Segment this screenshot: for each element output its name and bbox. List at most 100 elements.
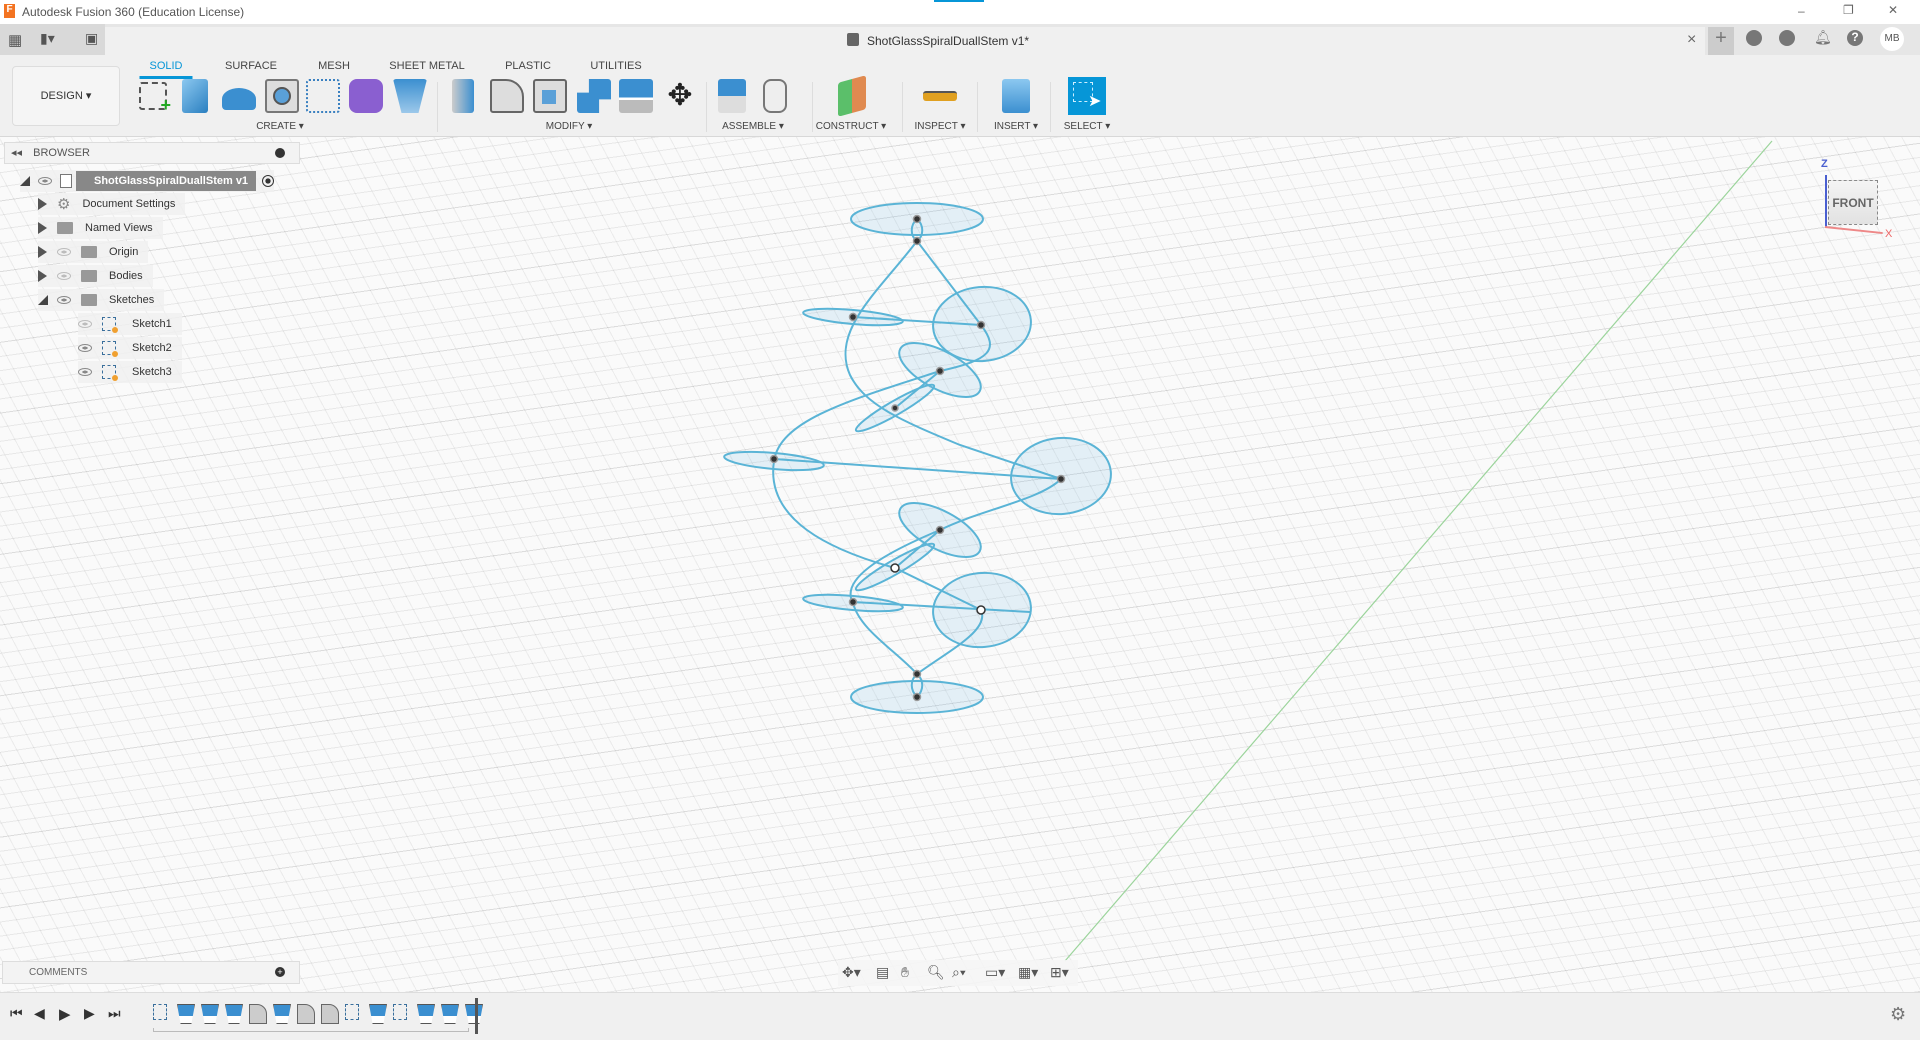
viewcube[interactable]: FRONT Z X <box>1821 158 1892 240</box>
timeline-marker[interactable] <box>475 998 478 1034</box>
browser-item-sketches[interactable]: Sketches <box>38 289 165 311</box>
settings-gear-icon[interactable]: ⚙ <box>1890 1004 1906 1025</box>
go-to-start-icon[interactable]: ⏮ <box>10 1005 23 1022</box>
browser-item-sketch3[interactable]: Sketch3 <box>78 361 182 383</box>
workspace-switcher[interactable]: DESIGN ▾ <box>12 66 120 126</box>
tab-sheet-metal[interactable]: SHEET METAL <box>389 60 464 72</box>
item-label: Named Views <box>85 222 153 234</box>
assemble-menu[interactable]: ASSEMBLE ▾ <box>722 121 784 132</box>
tab-surface[interactable]: SURFACE <box>225 60 277 72</box>
browser-item-named-views[interactable]: Named Views <box>38 217 163 239</box>
sketch-icon <box>102 365 118 381</box>
select-menu[interactable]: SELECT ▾ <box>1064 121 1111 132</box>
browser-item-sketch1[interactable]: Sketch1 <box>78 313 182 335</box>
browser-options-icon[interactable] <box>275 148 285 158</box>
offset-face-icon[interactable] <box>619 79 653 113</box>
close-tab-button[interactable]: × <box>1687 31 1696 49</box>
inspect-menu[interactable]: INSPECT ▾ <box>915 121 966 132</box>
item-label: Document Settings <box>82 198 176 210</box>
browser-item-origin[interactable]: Origin <box>38 241 149 263</box>
save-icon[interactable]: ▣ <box>85 30 98 47</box>
go-to-end-icon[interactable]: ⏭ <box>108 1005 121 1022</box>
hole-icon[interactable] <box>265 79 299 113</box>
move-icon[interactable]: ✥ <box>663 79 697 113</box>
play-icon[interactable]: ▶ <box>59 1005 71 1023</box>
shell-icon[interactable] <box>533 79 567 113</box>
job-status-icon[interactable] <box>1746 30 1762 46</box>
timeline-fillet-icon[interactable] <box>297 1004 315 1024</box>
pan-hand-icon[interactable]: ✋︎ <box>901 964 909 981</box>
revolve-icon[interactable] <box>222 88 256 110</box>
create-menu[interactable]: CREATE ▾ <box>256 121 304 132</box>
visibility-eye-icon[interactable] <box>78 368 92 376</box>
expand-icon[interactable] <box>38 270 47 282</box>
browser-item-bodies[interactable]: Bodies <box>38 265 153 287</box>
modify-menu[interactable]: MODIFY ▾ <box>546 121 593 132</box>
3d-viewport[interactable] <box>0 137 1920 992</box>
tab-plastic[interactable]: PLASTIC <box>505 60 551 72</box>
new-tab-button[interactable]: + <box>1708 27 1734 55</box>
browser-item-sketch2[interactable]: Sketch2 <box>78 337 182 359</box>
new-component-icon[interactable] <box>718 79 746 113</box>
pattern-icon[interactable] <box>306 79 340 113</box>
restore-button[interactable]: ❐ <box>1843 3 1854 17</box>
joint-icon[interactable] <box>763 79 787 113</box>
expand-icon[interactable] <box>38 222 47 234</box>
tab-utilities[interactable]: UTILITIES <box>590 60 641 72</box>
visibility-eye-icon[interactable] <box>57 296 71 304</box>
collapse-panel-icon[interactable]: ◂◂ <box>11 147 22 159</box>
browser-item-document-settings[interactable]: ⚙ Document Settings <box>38 193 186 215</box>
create-sketch-icon[interactable]: + <box>139 82 171 115</box>
expanded-icon[interactable] <box>38 295 48 305</box>
timeline-sketch-icon[interactable] <box>345 1004 359 1020</box>
viewcube-face[interactable]: FRONT <box>1828 180 1878 225</box>
notifications-icon[interactable]: 🔔︎ <box>1814 29 1832 46</box>
hidden-eye-icon[interactable] <box>57 272 71 280</box>
expand-icon[interactable] <box>38 246 47 258</box>
file-menu-icon[interactable]: ▮▾ <box>40 30 55 47</box>
create-form-icon[interactable] <box>349 79 383 113</box>
select-window-icon[interactable]: ➤ <box>1068 77 1106 115</box>
history-icon[interactable] <box>1779 30 1795 46</box>
minimize-button[interactable]: – <box>1798 4 1805 18</box>
grid-settings-icon[interactable]: ▦▾ <box>1018 964 1038 981</box>
zoom-icon[interactable]: 🔍︎ <box>927 964 945 981</box>
hidden-eye-icon[interactable] <box>78 320 92 328</box>
fit-icon[interactable]: ⌕▾ <box>952 964 966 981</box>
tab-mesh[interactable]: MESH <box>318 60 350 72</box>
expand-icon[interactable] <box>38 198 47 210</box>
comments-panel[interactable]: COMMENTS + <box>2 961 300 984</box>
step-back-icon[interactable]: ◀ <box>34 1005 45 1022</box>
visibility-eye-icon[interactable] <box>78 344 92 352</box>
hidden-eye-icon[interactable] <box>57 248 71 256</box>
tab-solid[interactable]: SOLID <box>139 60 193 79</box>
folder-icon <box>81 294 97 306</box>
add-comment-icon[interactable]: + <box>275 967 285 977</box>
user-avatar[interactable]: MB <box>1880 27 1904 51</box>
expanded-icon[interactable] <box>20 176 30 186</box>
measure-icon[interactable] <box>923 91 957 101</box>
fillet-icon[interactable] <box>490 79 524 113</box>
step-forward-icon[interactable]: ▶ <box>84 1005 95 1022</box>
timeline-sketch-icon[interactable] <box>393 1004 407 1020</box>
activate-component-icon[interactable] <box>262 175 275 187</box>
visibility-eye-icon[interactable] <box>38 177 52 185</box>
timeline-fillet-icon[interactable] <box>321 1004 339 1024</box>
app-grid-icon[interactable]: ▦ <box>8 31 22 49</box>
orbit-icon[interactable]: ✥▾ <box>842 964 861 981</box>
document-tab[interactable]: ShotGlassSpiralDuallStem v1* × <box>105 27 1705 55</box>
timeline-sketch-icon[interactable] <box>153 1004 167 1020</box>
insert-image-icon[interactable] <box>1002 79 1030 113</box>
look-at-icon[interactable]: ▤ <box>876 964 889 981</box>
viewports-icon[interactable]: ⊞▾ <box>1050 964 1069 981</box>
browser-header[interactable]: ◂◂ BROWSER <box>4 142 300 164</box>
browser-root[interactable]: ShotGlassSpiralDuallStem v1 <box>20 170 275 192</box>
close-window-button[interactable]: ✕ <box>1888 3 1898 17</box>
help-icon[interactable]: ? <box>1847 30 1863 46</box>
display-settings-icon[interactable]: ▭▾ <box>985 964 1005 981</box>
timeline-fillet-icon[interactable] <box>249 1004 267 1024</box>
press-pull-icon[interactable] <box>452 79 474 113</box>
insert-menu[interactable]: INSERT ▾ <box>994 121 1038 132</box>
construct-menu[interactable]: CONSTRUCT ▾ <box>816 121 886 132</box>
extrude-icon[interactable] <box>182 79 208 113</box>
